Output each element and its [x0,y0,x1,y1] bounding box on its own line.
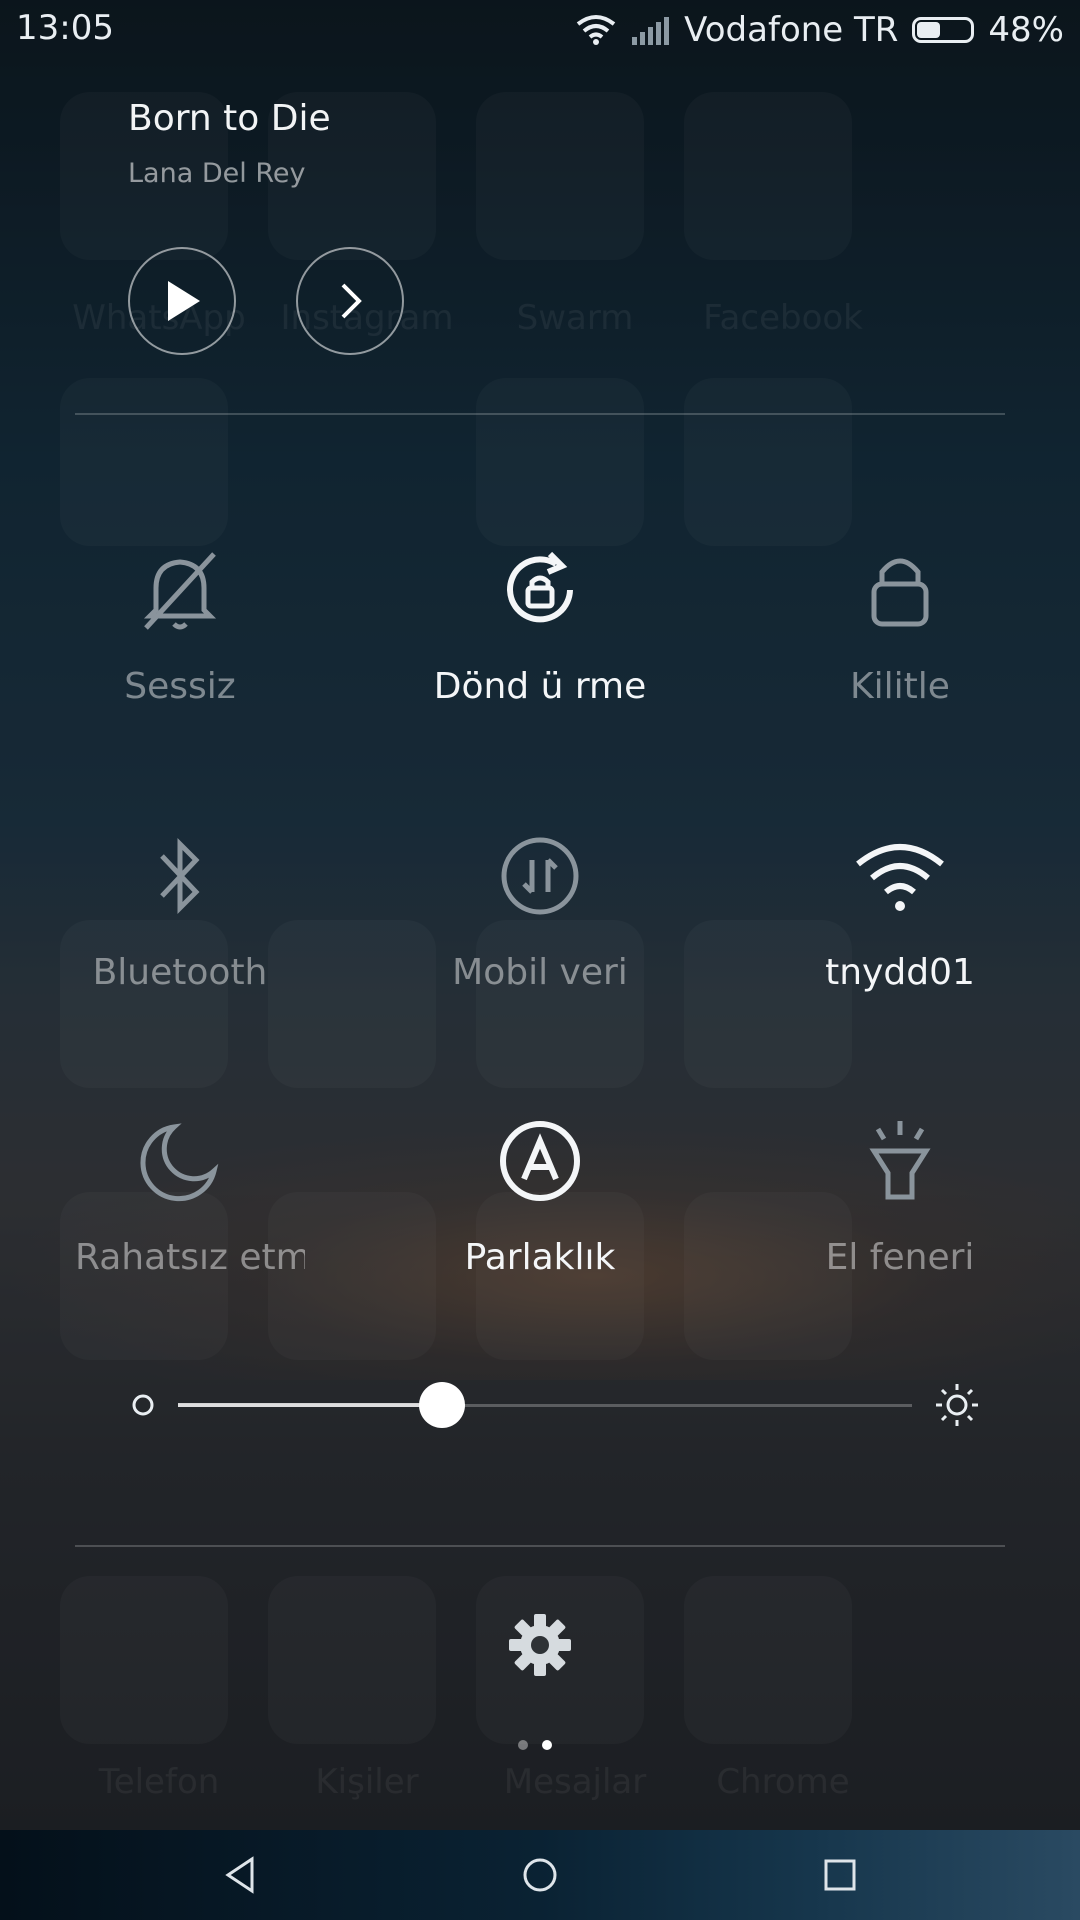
brightness-slider[interactable] [110,1380,980,1430]
home-button[interactable] [510,1845,570,1905]
toggle-bluetooth[interactable]: Bluetooth [0,826,360,1046]
recents-button[interactable] [810,1845,870,1905]
flashlight-icon [869,1121,931,1200]
lock-icon [871,558,929,627]
brightness-low-icon [132,1394,154,1416]
toggle-do-not-disturb-label: Rahatsız etme [75,1237,305,1278]
status-bar: 13:05 Vodafone TR 48% [0,0,1080,60]
bell-off-icon [143,552,217,630]
toggle-wifi-label: tnydd01 [825,952,975,993]
toggle-brightness[interactable]: Parlaklık [360,1111,720,1331]
bluetooth-icon [160,837,200,915]
play-icon [168,281,200,321]
page-dot[interactable] [518,1740,528,1750]
moon-icon [140,1123,219,1202]
toggle-silent-label: Sessiz [124,666,236,707]
wifi-icon [856,844,944,911]
toggle-bluetooth-label: Bluetooth [92,952,268,993]
media-title: Born to Die [128,98,331,139]
mobile-data-icon [501,837,579,915]
toggle-rotation-label: Dönd ü rme [433,666,647,707]
signal-icon [632,17,670,45]
navigation-bar [0,1830,1080,1920]
toggle-flashlight-label: El feneri [825,1237,975,1278]
recents-icon [824,1859,856,1891]
brightness-track-fill [178,1403,443,1407]
toggle-mobile-data[interactable]: Mobil veri [360,826,720,1046]
settings-divider [75,1545,1005,1547]
status-right-group: Vodafone TR 48% [576,6,1064,54]
back-icon [225,1856,254,1894]
page-dot-active[interactable] [542,1740,552,1750]
toggle-brightness-label: Parlaklık [464,1237,616,1278]
wifi-status-icon [576,15,616,45]
page-indicator [518,1740,552,1750]
battery-icon [912,17,975,43]
carrier-name: Vodafone TR [684,10,899,50]
next-icon [341,283,362,319]
battery-percent: 48% [988,10,1064,50]
brightness-high-icon [936,1384,978,1426]
rotation-lock-icon [507,551,573,623]
media-artist: Lana Del Rey [128,158,306,189]
toggle-wifi[interactable]: tnydd01 [720,826,1080,1046]
home-icon [523,1858,557,1892]
status-time: 13:05 [16,8,114,48]
gear-icon [509,1614,571,1676]
toggle-lock[interactable]: Kilitle [720,540,1080,760]
media-divider [75,413,1005,415]
toggle-mobile-data-label: Mobil veri [452,952,628,993]
play-button[interactable] [128,247,236,355]
toggle-rotation[interactable]: Dönd ü rme [360,540,720,760]
back-button[interactable] [210,1845,270,1905]
brightness-knob[interactable] [419,1382,466,1428]
settings-button[interactable] [505,1610,575,1680]
toggle-lock-label: Kilitle [850,666,950,707]
auto-brightness-icon [500,1121,580,1201]
toggle-silent[interactable]: Sessiz [0,540,360,760]
next-button[interactable] [296,247,404,355]
battery-fill [917,22,941,38]
toggle-flashlight[interactable]: El feneri [720,1111,1080,1331]
toggle-do-not-disturb[interactable]: Rahatsız etme [0,1111,360,1331]
